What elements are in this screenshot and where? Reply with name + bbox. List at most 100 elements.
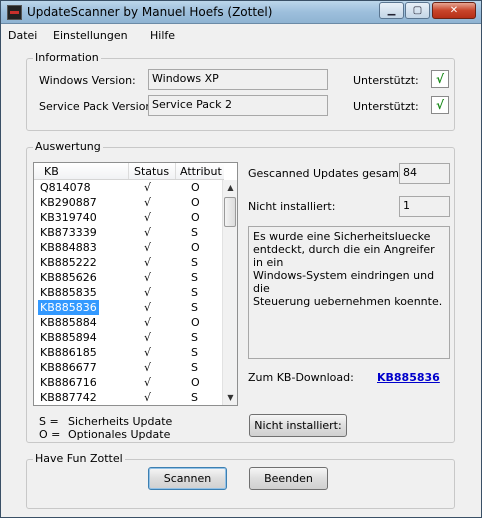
auswertung-group-title: Auswertung — [33, 140, 103, 153]
list-item-kb: Q814078 — [40, 181, 91, 194]
close-button[interactable]: ✕ — [432, 2, 476, 19]
scan-button[interactable]: Scannen — [148, 467, 227, 490]
list-item-attribut: S — [191, 361, 198, 374]
list-item[interactable]: KB885835 √ S — [34, 285, 222, 300]
list-item[interactable]: KB888113 √ S — [34, 405, 222, 406]
description-text: Es wurde eine Sicherheitsluecke entdeckt… — [248, 226, 450, 359]
legend-o-key: O = — [39, 428, 61, 441]
windows-version-label: Windows Version: — [39, 74, 136, 87]
list-item-attribut: O — [191, 241, 200, 254]
list-item-kb: KB885835 — [40, 286, 97, 299]
list-item-status: √ — [144, 181, 152, 194]
title-bar[interactable]: UpdateScanner by Manuel Hoefs (Zottel) ▁… — [1, 1, 481, 24]
list-item-attribut: S — [191, 405, 198, 406]
download-label: Zum KB-Download: — [248, 371, 354, 384]
list-item-attribut: S — [191, 346, 198, 359]
exit-button[interactable]: Beenden — [249, 467, 328, 490]
footer-group: Have Fun Zottel — [26, 452, 455, 509]
window-title: UpdateScanner by Manuel Hoefs (Zottel) — [27, 5, 273, 19]
list-item-attribut: S — [191, 331, 198, 344]
list-item[interactable]: KB885222 √ S — [34, 255, 222, 270]
list-item-attribut: O — [191, 211, 200, 224]
service-pack-supported-label: Unterstützt: — [353, 100, 419, 113]
list-item[interactable]: Q814078 √ O — [34, 180, 222, 195]
list-item[interactable]: KB887742 √ S — [34, 390, 222, 405]
total-updates-field: 84 — [399, 163, 450, 184]
list-item[interactable]: KB886677 √ S — [34, 360, 222, 375]
list-item[interactable]: KB884883 √ O — [34, 240, 222, 255]
service-pack-label: Service Pack Version: — [39, 100, 157, 113]
scroll-thumb[interactable] — [224, 197, 236, 227]
column-divider[interactable] — [175, 163, 176, 179]
list-item-status: √ — [144, 316, 152, 329]
service-pack-field: Service Pack 2 — [148, 95, 328, 116]
list-item-kb: KB873339 — [40, 226, 97, 239]
list-item[interactable]: KB885626 √ S — [34, 270, 222, 285]
kb-list-scrollbar[interactable]: ▲ ▼ — [222, 180, 237, 405]
list-item-status: √ — [144, 286, 152, 299]
list-item-status: √ — [144, 256, 152, 269]
kb-list-rows: Q814078 √ O KB290887 √ O KB319740 √ O KB873339 √ S K… — [34, 180, 222, 406]
list-item-kb: KB884883 — [40, 241, 97, 254]
maximize-button[interactable]: ▢ — [405, 2, 430, 19]
list-item-attribut: S — [191, 391, 198, 404]
information-group-title: Information — [33, 51, 101, 64]
list-item-status: √ — [144, 391, 152, 404]
list-item-attribut: O — [191, 181, 200, 194]
list-item-attribut: S — [191, 301, 198, 314]
kb-list[interactable]: KB Status Attribut Q814078 √ O KB290887 √ O KB… — [33, 162, 238, 406]
scroll-up-icon[interactable]: ▲ — [223, 180, 237, 195]
windows-supported-label: Unterstützt: — [353, 74, 419, 87]
list-item[interactable]: KB886716 √ O — [34, 375, 222, 390]
service-pack-supported-check-icon: √ — [431, 96, 449, 114]
list-item-attribut: O — [191, 376, 200, 389]
list-item-attribut: S — [191, 286, 198, 299]
column-attribut[interactable]: Attribut — [180, 165, 222, 178]
list-item[interactable]: KB319740 √ O — [34, 210, 222, 225]
total-updates-label: Gescanned Updates gesamt: — [248, 167, 408, 180]
list-item-kb: KB886185 — [40, 346, 97, 359]
menu-einstellungen[interactable]: Einstellungen — [53, 29, 128, 42]
list-item[interactable]: KB885836 √ S — [34, 300, 222, 315]
list-item-kb: KB319740 — [40, 211, 97, 224]
list-item-status: √ — [144, 211, 152, 224]
list-item[interactable]: KB886185 √ S — [34, 345, 222, 360]
list-item-attribut: O — [191, 196, 200, 209]
footer-group-title: Have Fun Zottel — [33, 452, 125, 465]
list-item-kb: KB886716 — [40, 376, 97, 389]
minimize-button[interactable]: ▁ — [379, 2, 404, 19]
list-item-status: √ — [144, 346, 152, 359]
menu-hilfe[interactable]: Hilfe — [150, 29, 175, 42]
list-item-kb: KB888113 — [40, 405, 97, 406]
list-item-status: √ — [144, 226, 152, 239]
list-item[interactable]: KB873339 √ S — [34, 225, 222, 240]
list-item[interactable]: KB290887 √ O — [34, 195, 222, 210]
list-item-status: √ — [144, 196, 152, 209]
not-installed-field: 1 — [399, 196, 450, 217]
kb-list-header: KB Status Attribut — [34, 163, 224, 180]
list-item-kb: KB885894 — [40, 331, 97, 344]
column-status[interactable]: Status — [134, 165, 169, 178]
app-icon — [7, 5, 22, 20]
windows-version-field: Windows XP — [148, 69, 328, 90]
legend-s-key: S = — [39, 415, 59, 428]
menu-datei[interactable]: Datei — [8, 29, 37, 42]
list-item-attribut: O — [191, 316, 200, 329]
list-item-kb: KB886677 — [40, 361, 97, 374]
scroll-down-icon[interactable]: ▼ — [223, 390, 237, 405]
list-item-status: √ — [144, 376, 152, 389]
list-item-kb: KB885884 — [40, 316, 97, 329]
column-divider[interactable] — [128, 163, 129, 179]
list-item[interactable]: KB885884 √ O — [34, 315, 222, 330]
list-item-attribut: S — [191, 271, 198, 284]
list-item[interactable]: KB885894 √ S — [34, 330, 222, 345]
list-item-kb: KB885222 — [40, 256, 97, 269]
list-item-status: √ — [144, 331, 152, 344]
legend-s-text: Sicherheits Update — [68, 415, 173, 428]
list-item-attribut: S — [191, 256, 198, 269]
list-item-status: √ — [144, 405, 151, 406]
download-link[interactable]: KB885836 — [377, 371, 440, 384]
legend-o-text: Optionales Update — [68, 428, 171, 441]
not-installed-button[interactable]: Nicht installiert: — [249, 414, 347, 437]
column-kb[interactable]: KB — [44, 165, 59, 178]
